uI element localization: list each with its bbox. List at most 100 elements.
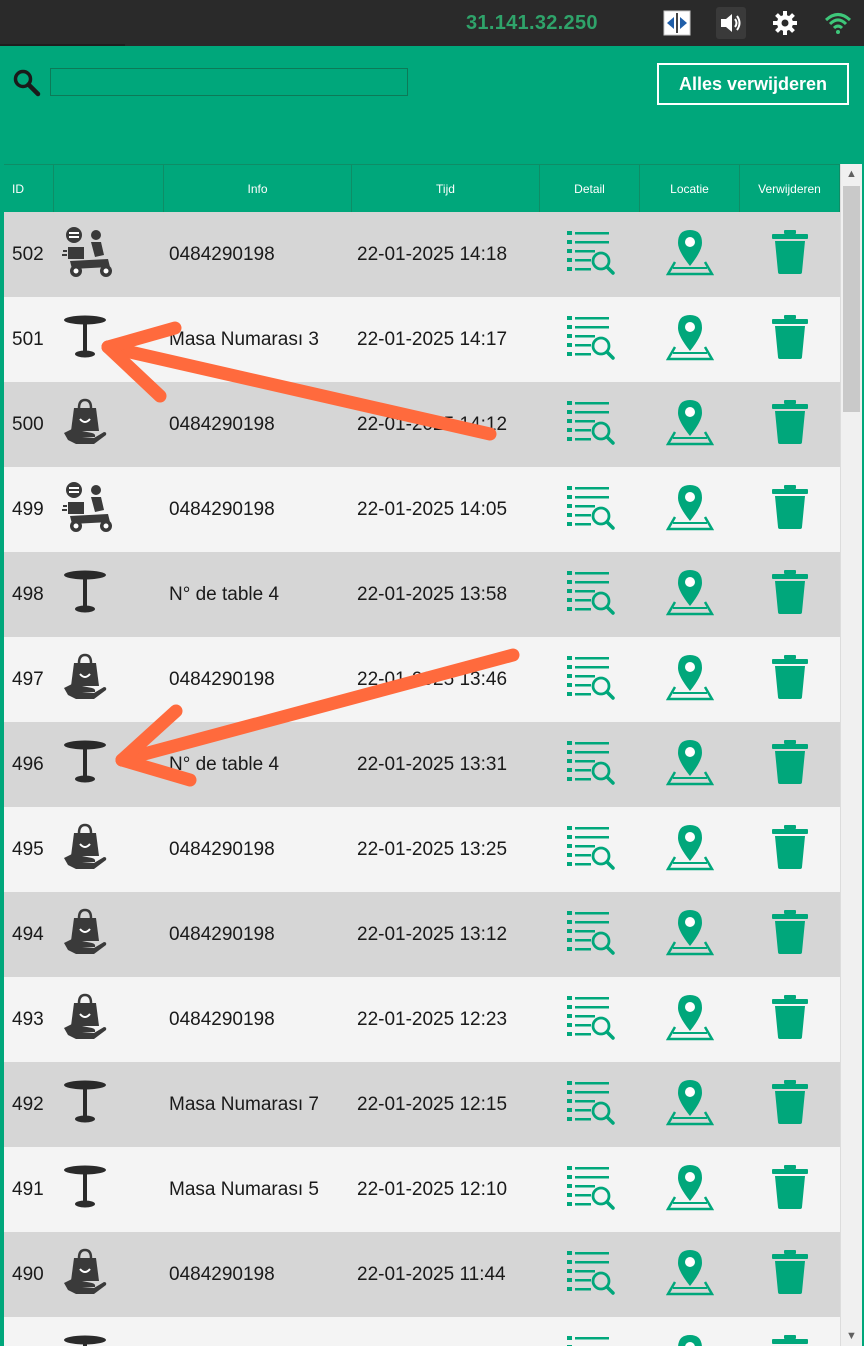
detail-button[interactable] <box>540 807 640 892</box>
row-id: 490 <box>12 1263 44 1285</box>
row-type <box>54 637 164 722</box>
delete-button[interactable] <box>740 297 840 382</box>
scrollbar-thumb[interactable] <box>843 186 860 412</box>
detail-button[interactable] <box>540 552 640 637</box>
trash-icon <box>770 910 810 959</box>
location-button[interactable] <box>640 1062 740 1147</box>
location-button[interactable] <box>640 212 740 297</box>
map-pin-icon <box>665 908 715 961</box>
detail-button[interactable] <box>540 637 640 722</box>
map-pin-icon <box>665 1078 715 1131</box>
row-time <box>352 1317 540 1346</box>
table-row[interactable]: 494 0484290198 22-01-2025 13:12 <box>4 892 840 977</box>
row-type <box>54 977 164 1062</box>
delete-button[interactable] <box>740 1147 840 1232</box>
detail-button[interactable] <box>540 1062 640 1147</box>
detail-button[interactable] <box>540 1232 640 1317</box>
delete-button[interactable] <box>740 1062 840 1147</box>
table-row[interactable]: 496 N° de table 4 22-01-2025 13:31 <box>4 722 840 807</box>
column-header-type[interactable] <box>54 165 164 213</box>
row-id: 499 <box>12 498 44 520</box>
location-button[interactable] <box>640 977 740 1062</box>
scroll-up-arrow-icon[interactable]: ▲ <box>841 164 862 184</box>
detail-list-search-icon <box>565 909 615 960</box>
status-bar: 31.141.32.250 <box>0 0 864 46</box>
detail-button[interactable] <box>540 977 640 1062</box>
delete-button[interactable] <box>740 637 840 722</box>
location-button[interactable] <box>640 1147 740 1232</box>
detail-button[interactable] <box>540 722 640 807</box>
column-header-location[interactable]: Locatie <box>640 165 740 213</box>
row-time: 22-01-2025 13:25 <box>357 838 508 860</box>
row-info: 0484290198 <box>169 923 275 945</box>
detail-button[interactable] <box>540 382 640 467</box>
delete-button[interactable] <box>740 552 840 637</box>
delete-button[interactable] <box>740 892 840 977</box>
row-type <box>54 807 164 892</box>
clear-all-button[interactable]: Alles verwijderen <box>657 63 849 105</box>
column-header-info[interactable]: Info <box>164 165 352 213</box>
location-button[interactable] <box>640 382 740 467</box>
detail-list-search-icon <box>565 314 615 365</box>
location-button[interactable] <box>640 892 740 977</box>
column-header-delete[interactable]: Verwijderen <box>740 165 840 213</box>
column-header-detail[interactable]: Detail <box>540 165 640 213</box>
location-button[interactable] <box>640 552 740 637</box>
detail-list-search-icon <box>565 399 615 450</box>
table-row[interactable]: 502 0484290198 22-01-2025 14:18 <box>4 212 840 297</box>
screen-toggle-icon[interactable] <box>662 7 692 39</box>
detail-button[interactable] <box>540 892 640 977</box>
location-button[interactable] <box>640 467 740 552</box>
gear-icon[interactable] <box>770 7 800 39</box>
delete-button[interactable] <box>740 1317 840 1346</box>
delete-button[interactable] <box>740 722 840 807</box>
table-row[interactable]: 497 0484290198 22-01-2025 13:46 <box>4 637 840 722</box>
detail-button[interactable] <box>540 1317 640 1346</box>
trash-icon <box>770 1080 810 1129</box>
location-button[interactable] <box>640 637 740 722</box>
table-row[interactable]: 493 0484290198 22-01-2025 12:23 <box>4 977 840 1062</box>
table-row[interactable]: 495 0484290198 22-01-2025 13:25 <box>4 807 840 892</box>
detail-list-search-icon <box>565 654 615 705</box>
column-header-time[interactable]: Tijd <box>352 165 540 213</box>
row-info: N° de table 4 <box>169 753 280 775</box>
delete-button[interactable] <box>740 382 840 467</box>
row-id: 498 <box>12 583 44 605</box>
detail-button[interactable] <box>540 212 640 297</box>
delete-button[interactable] <box>740 467 840 552</box>
volume-icon[interactable] <box>716 7 746 39</box>
delete-button[interactable] <box>740 1232 840 1317</box>
location-button[interactable] <box>640 722 740 807</box>
row-info: N° de table 4 <box>169 583 280 605</box>
delete-button[interactable] <box>740 977 840 1062</box>
detail-button[interactable] <box>540 297 640 382</box>
location-button[interactable] <box>640 1232 740 1317</box>
location-button[interactable] <box>640 297 740 382</box>
map-pin-icon <box>665 653 715 706</box>
table-row[interactable]: 498 N° de table 4 22-01-2025 13:58 <box>4 552 840 637</box>
scroll-down-arrow-icon[interactable]: ▼ <box>841 1326 862 1346</box>
delete-button[interactable] <box>740 807 840 892</box>
table-row[interactable] <box>4 1317 840 1346</box>
search-input[interactable] <box>50 68 408 96</box>
detail-button[interactable] <box>540 1147 640 1232</box>
column-header-id[interactable]: ID <box>4 165 54 213</box>
delete-button[interactable] <box>740 212 840 297</box>
location-button[interactable] <box>640 807 740 892</box>
detail-button[interactable] <box>540 467 640 552</box>
location-button[interactable] <box>640 1317 740 1346</box>
map-pin-icon <box>665 483 715 536</box>
table-row[interactable]: 492 Masa Numarası 7 22-01-2025 12:15 <box>4 1062 840 1147</box>
table-row[interactable]: 501 Masa Numarası 3 22-01-2025 14:17 <box>4 297 840 382</box>
row-info: 0484290198 <box>169 1263 275 1285</box>
table-row[interactable]: 499 0484290198 22-01-2025 14:05 <box>4 467 840 552</box>
scrollbar[interactable]: ▲ ▼ <box>840 164 862 1346</box>
table-row[interactable]: 490 0484290198 22-01-2025 11:44 <box>4 1232 840 1317</box>
table-row[interactable]: 500 0484290198 22-01-2025 14:12 <box>4 382 840 467</box>
table-icon <box>62 1079 108 1130</box>
row-time: 22-01-2025 12:10 <box>357 1178 508 1200</box>
row-info: 0484290198 <box>169 243 275 265</box>
table-row[interactable]: 491 Masa Numarası 5 22-01-2025 12:10 <box>4 1147 840 1232</box>
map-pin-icon <box>665 228 715 281</box>
trash-icon <box>770 655 810 704</box>
